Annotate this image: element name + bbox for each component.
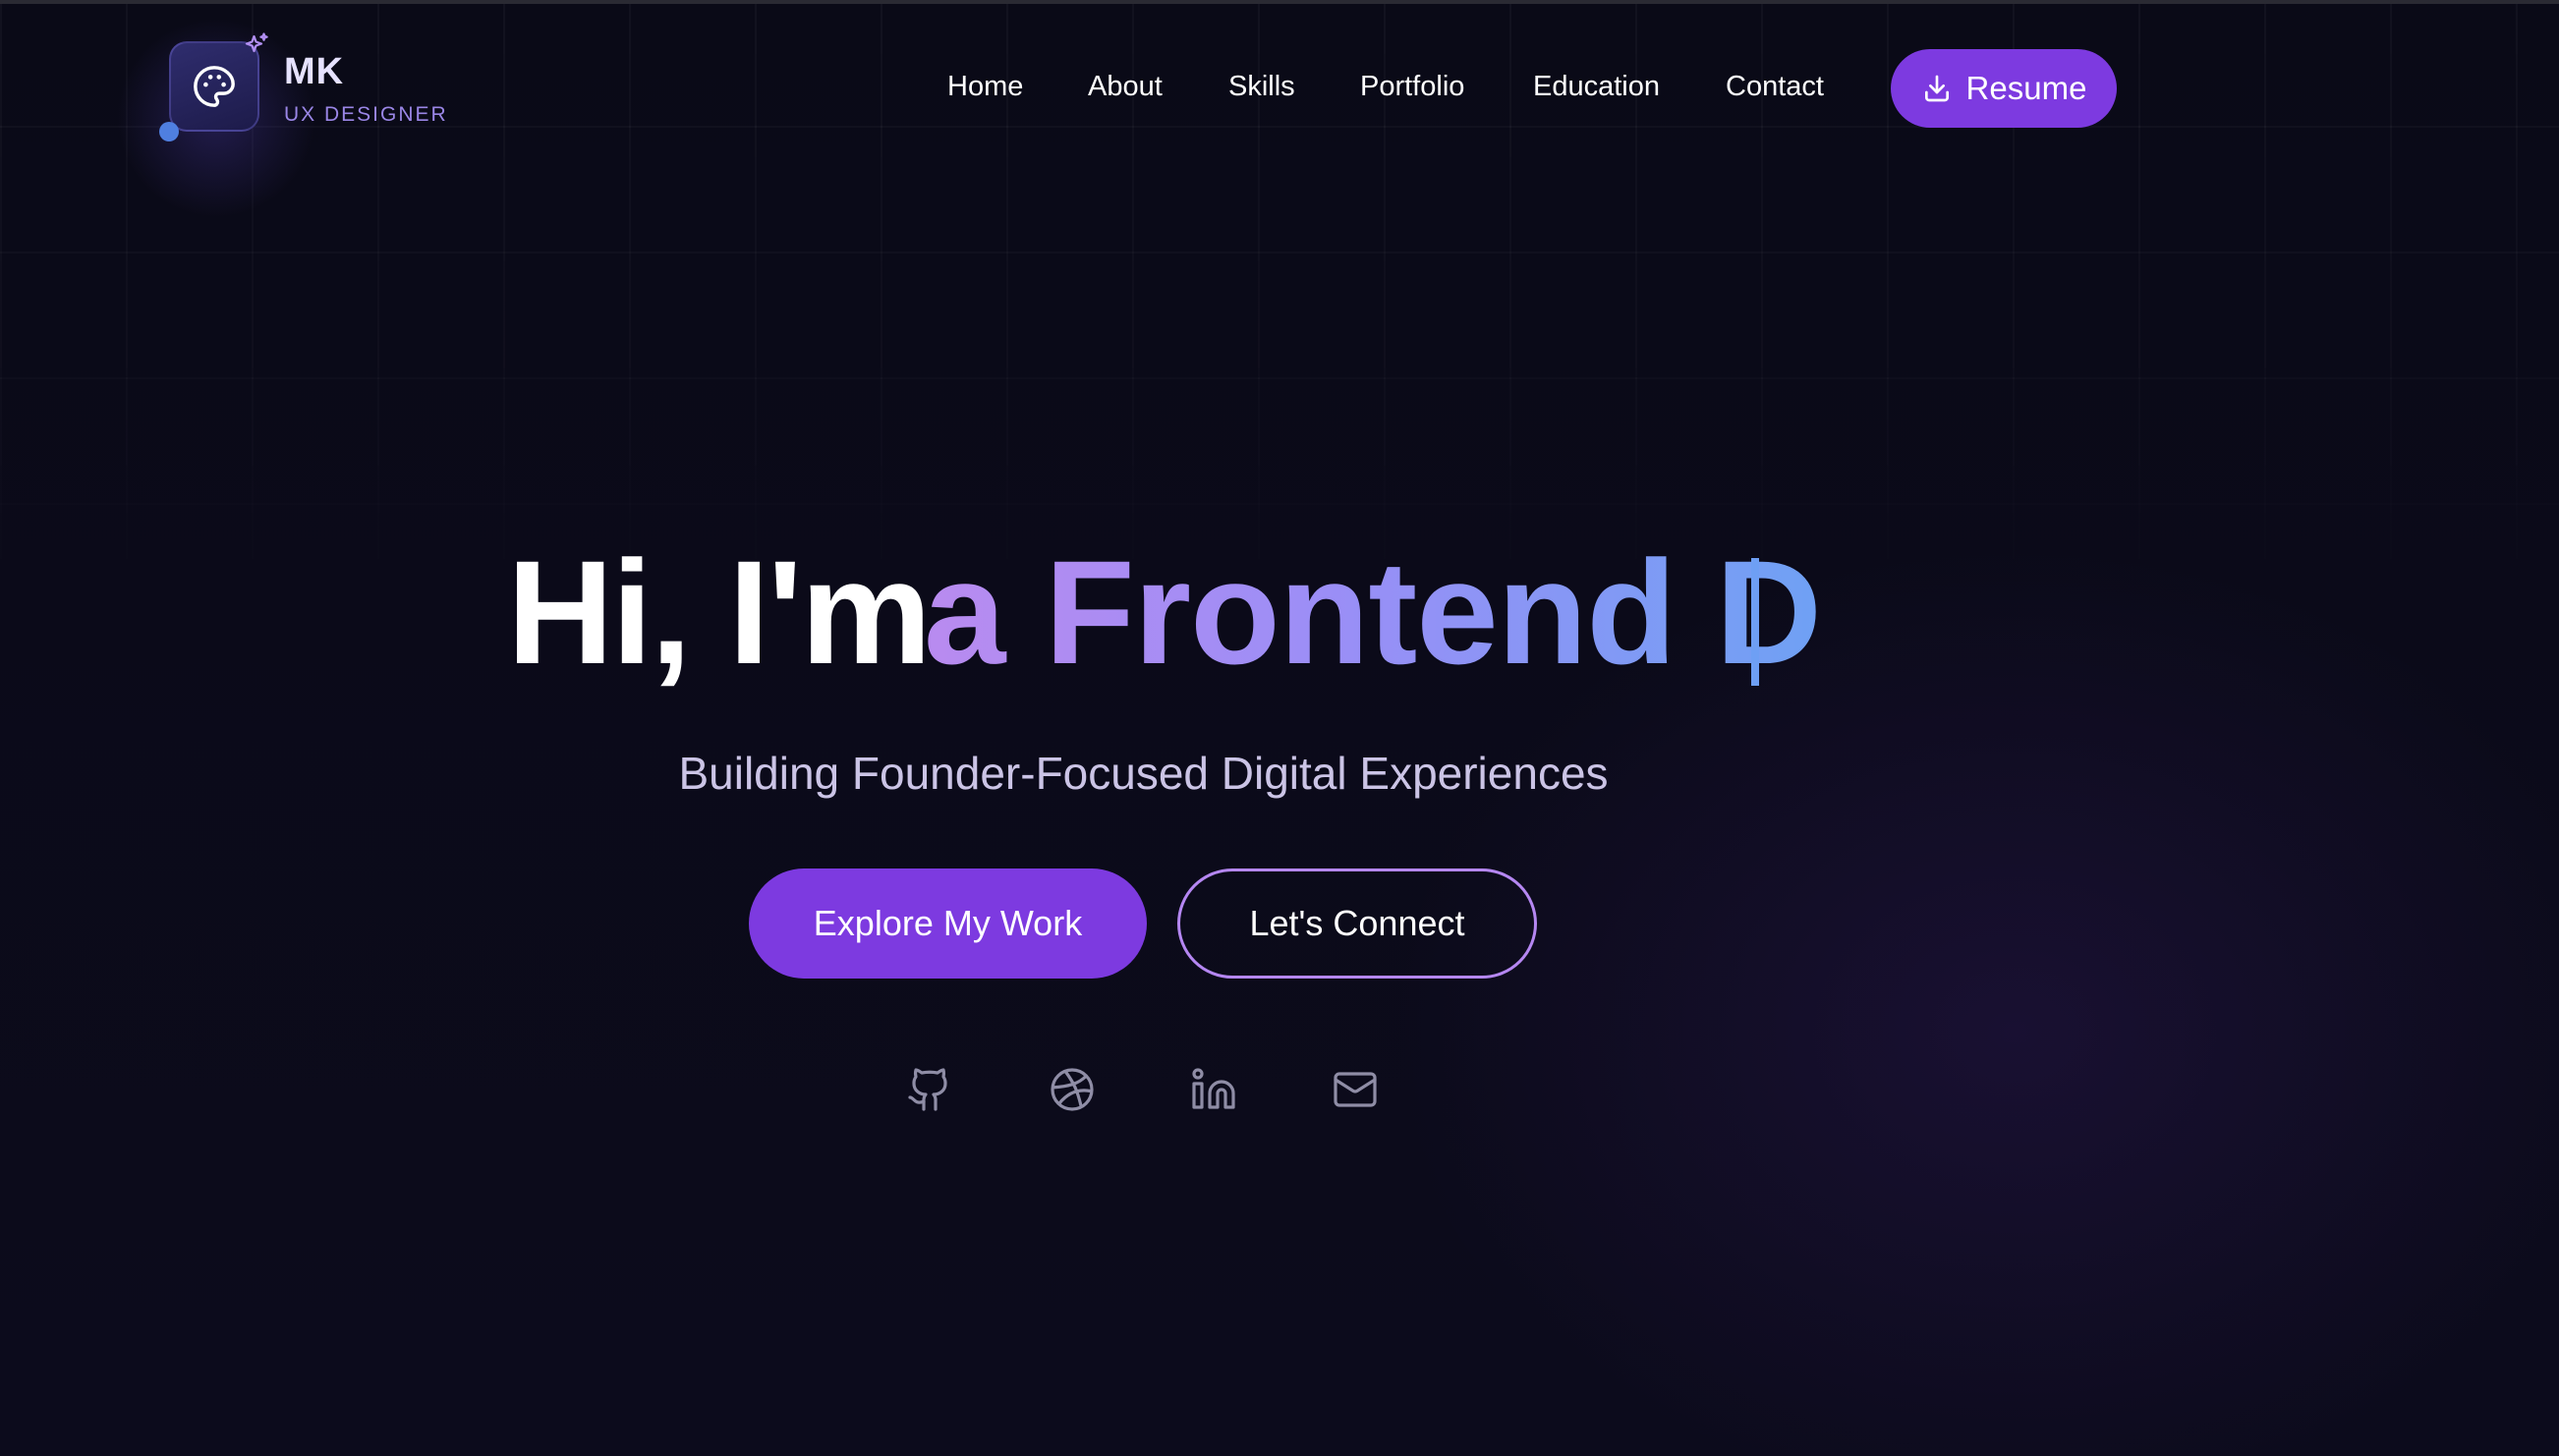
status-dot xyxy=(159,122,179,141)
hero-typed-role: a Frontend D xyxy=(924,530,1822,695)
palette-icon xyxy=(194,66,235,107)
nav-contact[interactable]: Contact xyxy=(1726,71,1824,103)
nav-education[interactable]: Education xyxy=(1533,71,1660,103)
linkedin-icon xyxy=(1192,1068,1235,1109)
brand-initials: MK xyxy=(284,51,345,92)
github-icon xyxy=(908,1068,947,1111)
sparkles-icon xyxy=(245,32,268,53)
download-icon xyxy=(1924,75,1949,102)
top-border xyxy=(0,0,2559,4)
brand-role: UX DESIGNER xyxy=(284,103,448,126)
nav-about[interactable]: About xyxy=(1088,71,1163,103)
hero-greeting: Hi, I'm xyxy=(507,530,932,695)
nav-portfolio[interactable]: Portfolio xyxy=(1360,71,1464,103)
lets-connect-button[interactable]: Let's Connect xyxy=(1177,868,1537,979)
mail-icon xyxy=(1334,1072,1377,1107)
dribbble-icon xyxy=(1051,1068,1094,1111)
email-link[interactable] xyxy=(1331,1065,1380,1114)
nav-skills[interactable]: Skills xyxy=(1228,71,1295,103)
typing-cursor xyxy=(1751,558,1759,686)
github-link[interactable] xyxy=(905,1065,954,1114)
page: MK UX DESIGNER Home About Skills Portfol… xyxy=(0,0,2559,1456)
linkedin-link[interactable] xyxy=(1189,1065,1238,1114)
hero-subtitle: Building Founder-Focused Digital Experie… xyxy=(678,748,1609,799)
explore-work-button[interactable]: Explore My Work xyxy=(749,868,1147,979)
resume-button[interactable]: Resume xyxy=(1891,49,2117,128)
nav-home[interactable]: Home xyxy=(947,71,1023,103)
resume-label: Resume xyxy=(1965,70,2087,106)
dribbble-link[interactable] xyxy=(1048,1065,1097,1114)
